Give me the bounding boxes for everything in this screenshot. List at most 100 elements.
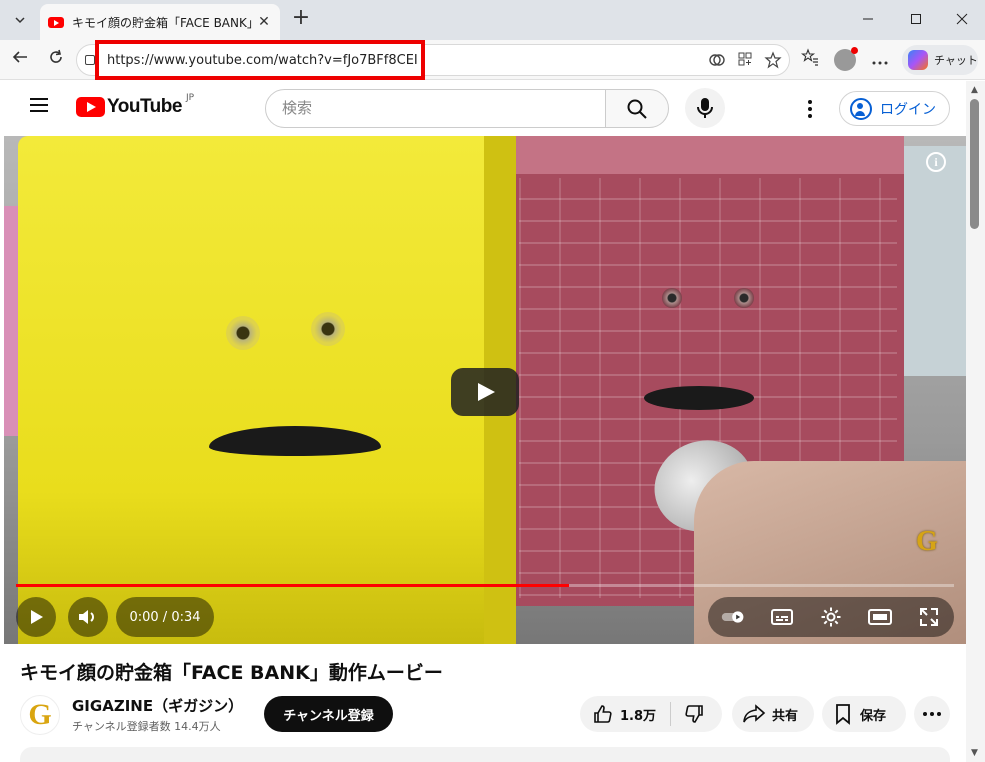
new-tab-button[interactable]: + (290, 7, 312, 30)
page-scrollbar[interactable]: ▲ ▼ (966, 81, 985, 762)
search-input[interactable] (282, 99, 582, 117)
notification-dot (851, 47, 858, 54)
channel-avatar[interactable]: G (20, 695, 60, 735)
time-display: 0:00 / 0:34 (129, 609, 201, 625)
more-horizontal-icon (923, 712, 941, 716)
share-icon (743, 704, 766, 723)
youtube-logo-icon (76, 97, 105, 117)
extensions-icon[interactable] (707, 51, 727, 71)
tab-title: キモイ顔の貯金箱「FACE BANK」動作ムービー (72, 15, 252, 30)
share-label: 共有 (772, 708, 799, 724)
progress-bar[interactable] (16, 584, 954, 587)
big-play-button[interactable] (451, 368, 519, 416)
account-icon (850, 97, 872, 120)
web-page: YouTube JP ログイン (4, 81, 966, 762)
tab-close-icon[interactable]: ✕ (256, 14, 272, 30)
reload-button[interactable] (44, 48, 68, 72)
search-box (265, 89, 606, 128)
play-button[interactable] (16, 597, 56, 637)
microphone-icon (697, 98, 713, 118)
video-title: キモイ顔の貯金箱「FACE BANK」動作ムービー (20, 662, 443, 684)
search-icon (627, 99, 647, 119)
volume-button[interactable] (68, 597, 108, 637)
share-button[interactable]: 共有 (732, 696, 814, 732)
arrow-left-icon (12, 51, 27, 63)
play-icon (31, 610, 43, 624)
subtitles-icon (770, 609, 793, 625)
search-button[interactable] (605, 89, 669, 128)
subtitles-button[interactable] (770, 605, 794, 629)
thumbs-down-icon (685, 705, 703, 723)
bookmark-icon (836, 704, 850, 725)
login-label: ログイン (880, 101, 936, 118)
voice-search-button[interactable] (685, 88, 725, 128)
favorites-list-icon (800, 48, 818, 66)
reload-icon (50, 49, 62, 63)
copilot-chat-button[interactable]: チャット (902, 45, 978, 75)
copilot-label: チャット (934, 54, 978, 67)
settings-menu-button[interactable] (798, 97, 822, 121)
thumbs-up-icon (594, 705, 612, 723)
gear-icon (821, 607, 841, 627)
yellow-face-bank (18, 136, 513, 644)
browser-tab-bar: キモイ顔の貯金箱「FACE BANK」動作ムービー ✕ + (0, 0, 985, 40)
channel-name[interactable]: GIGAZINE（ギガジン） (72, 695, 243, 716)
window-close-button[interactable] (950, 8, 974, 32)
logo-word: YouTube (107, 96, 182, 117)
save-label: 保存 (860, 708, 887, 724)
favorite-star-icon[interactable] (763, 51, 783, 71)
minimize-button[interactable] (856, 8, 880, 32)
more-actions-button[interactable] (914, 696, 950, 732)
scroll-down-arrow-icon[interactable]: ▼ (971, 748, 978, 758)
volume-icon (79, 610, 94, 624)
theater-mode-button[interactable] (868, 605, 893, 629)
info-icon[interactable]: i (926, 152, 946, 172)
settings-more-button[interactable] (868, 48, 892, 72)
close-icon (956, 13, 968, 25)
browser-tab-active[interactable]: キモイ顔の貯金箱「FACE BANK」動作ムービー ✕ (40, 4, 280, 40)
copilot-icon (908, 50, 928, 70)
maximize-button[interactable] (904, 8, 928, 32)
dislike-button[interactable] (671, 703, 717, 725)
maximize-icon (911, 14, 921, 24)
scrollbar-thumb[interactable] (970, 99, 979, 229)
browser-toolbar: https://www.youtube.com/watch?v=fJo7BFf8… (0, 40, 985, 80)
youtube-logo[interactable]: YouTube JP (76, 93, 195, 118)
video-player[interactable]: G i 0:00 / 0:34 (4, 136, 966, 644)
progress-bar-played (16, 584, 570, 587)
tab-actions-button[interactable] (8, 8, 32, 32)
theater-mode-icon (868, 609, 893, 625)
lock-icon (85, 55, 95, 65)
like-count: 1.8万 (620, 708, 657, 724)
like-dislike-group: 1.8万 (580, 696, 722, 732)
more-vertical-icon (808, 100, 812, 104)
subscribe-button[interactable]: チャンネル登録 (264, 696, 393, 732)
right-controls (708, 597, 954, 637)
logo-region: JP (185, 93, 195, 103)
url-text[interactable]: https://www.youtube.com/watch?v=fJo7BFf8… (107, 53, 418, 68)
back-button[interactable] (8, 48, 32, 72)
app-available-icon[interactable] (735, 51, 755, 71)
watermark-logo: G (916, 526, 938, 557)
menu-button[interactable] (30, 98, 48, 112)
favorites-button[interactable] (798, 48, 822, 72)
save-button[interactable]: 保存 (822, 696, 906, 732)
login-button[interactable]: ログイン (839, 91, 950, 126)
profile-avatar[interactable] (834, 47, 858, 71)
chevron-down-icon (15, 17, 25, 24)
youtube-header: YouTube JP ログイン (4, 81, 966, 136)
like-button[interactable]: 1.8万 (580, 703, 670, 725)
settings-button[interactable] (819, 605, 843, 629)
autoplay-toggle[interactable] (721, 605, 745, 629)
channel-subscriber-count: チャンネル登録者数 14.4万人 (72, 720, 221, 733)
time-display-pill: 0:00 / 0:34 (116, 597, 214, 637)
scroll-up-arrow-icon[interactable]: ▲ (971, 85, 978, 95)
minimize-icon (863, 18, 873, 20)
description-box[interactable] (20, 747, 950, 762)
url-highlight-box: https://www.youtube.com/watch?v=fJo7BFf8… (95, 40, 425, 80)
fullscreen-button[interactable] (917, 605, 941, 629)
hamburger-icon (30, 98, 48, 100)
fullscreen-icon (920, 608, 939, 626)
youtube-favicon-icon (48, 16, 64, 28)
more-horizontal-icon (872, 61, 888, 65)
